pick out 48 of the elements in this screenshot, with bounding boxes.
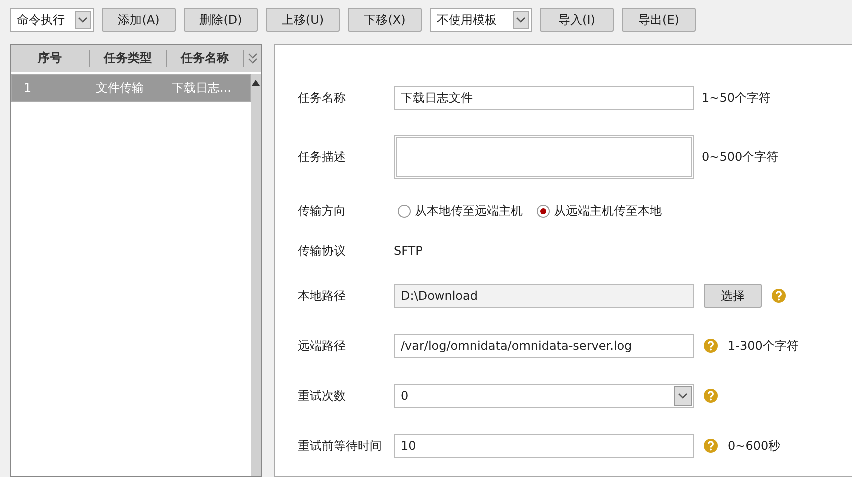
column-header[interactable]: 序号 <box>11 50 90 67</box>
radio-icon[interactable] <box>398 204 411 218</box>
input-field[interactable]: 10 <box>394 434 694 458</box>
help-icon[interactable] <box>772 289 786 303</box>
table-cell-text: 1 <box>23 81 33 95</box>
hint-text: 0~600秒 <box>728 438 781 454</box>
input-field[interactable]: 下载日志文件 <box>394 86 694 110</box>
radio-option[interactable]: 从本地传至远端主机 <box>398 202 523 220</box>
toolbar-button[interactable]: 导出(E) <box>622 8 696 32</box>
choose-button[interactable]: 选择 <box>704 284 762 308</box>
double-chevron-icon[interactable] <box>248 52 258 66</box>
input-field[interactable]: D:\Download <box>394 284 694 308</box>
hint-text: 1~50个字符 <box>702 90 771 106</box>
radio-icon[interactable] <box>537 204 550 218</box>
toolbar-button[interactable]: 添加(A) <box>102 8 176 32</box>
scroll-up-icon[interactable] <box>252 80 260 86</box>
mode-dropdown[interactable]: 命令执行 <box>10 8 94 32</box>
dropdown-field[interactable]: 0 <box>394 384 694 408</box>
field-label: 远端路径 <box>298 338 347 354</box>
input-field[interactable]: /var/log/omnidata/omnidata-server.log <box>394 334 694 358</box>
help-icon[interactable] <box>704 439 718 453</box>
caret-icon <box>75 11 91 29</box>
table-cell-text: 文件传输 <box>96 80 145 96</box>
field-value: SFTP <box>394 244 423 258</box>
toolbar-button[interactable]: 删除(D) <box>184 8 258 32</box>
hint-text: 1-300个字符 <box>728 338 799 354</box>
column-header[interactable]: 任务类型 <box>90 50 167 67</box>
field-label: 重试前等待时间 <box>298 438 383 454</box>
field-label: 任务名称 <box>298 90 347 106</box>
help-icon[interactable] <box>704 389 718 403</box>
caret-icon <box>513 11 529 29</box>
toolbar-button[interactable]: 下移(X) <box>348 8 422 32</box>
field-label: 传输协议 <box>298 242 347 260</box>
caret-icon <box>674 386 692 406</box>
scrollbar[interactable] <box>251 74 261 476</box>
help-icon[interactable] <box>704 339 718 353</box>
toolbar-button[interactable]: 导入(I) <box>540 8 614 32</box>
toolbar-button[interactable]: 上移(U) <box>266 8 340 32</box>
field-label: 本地路径 <box>298 288 347 304</box>
column-header[interactable]: 任务名称 <box>167 50 244 67</box>
text-area[interactable] <box>394 135 694 179</box>
field-label: 传输方向 <box>298 202 347 220</box>
field-label: 任务描述 <box>298 148 347 166</box>
table-cell-text: 下载日志... <box>172 80 232 96</box>
hint-text: 0~500个字符 <box>702 148 779 166</box>
radio-option[interactable]: 从远端主机传至本地 <box>537 202 662 220</box>
field-label: 重试次数 <box>298 388 347 404</box>
template-dropdown[interactable]: 不使用模板 <box>430 8 532 32</box>
